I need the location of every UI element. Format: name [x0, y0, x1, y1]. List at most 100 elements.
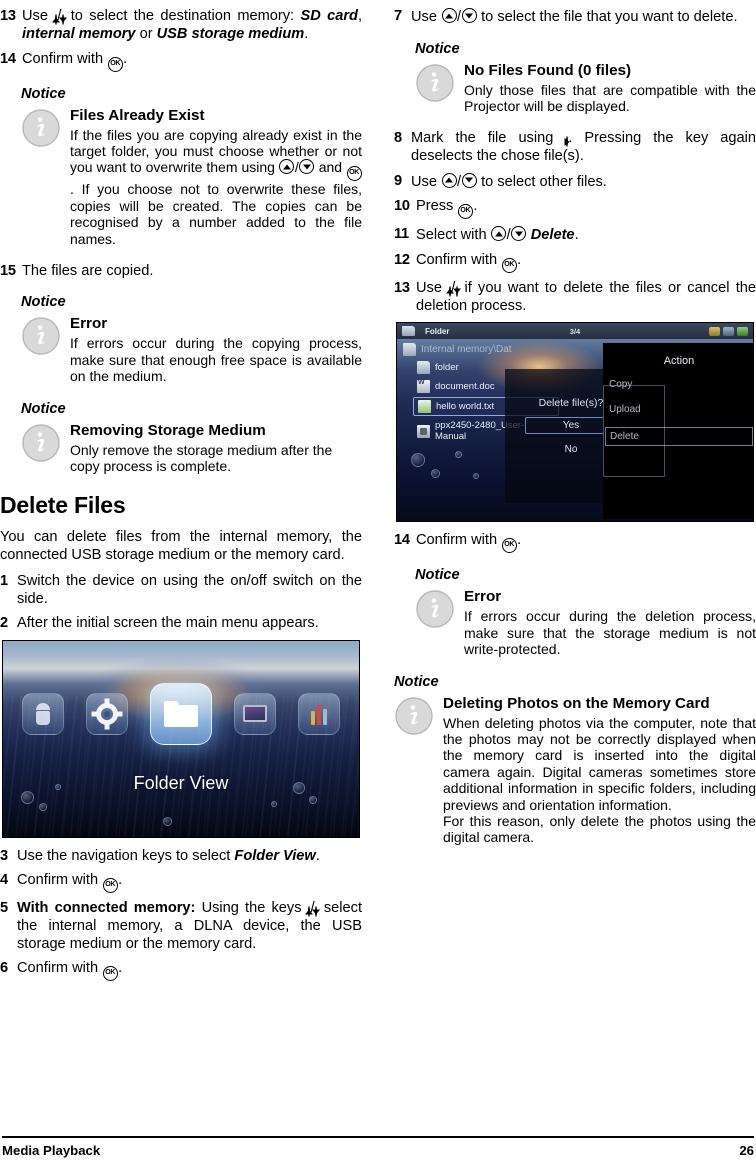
- notice-title: Error: [464, 588, 502, 606]
- upload-status-icon: [737, 326, 748, 336]
- notice-paragraph: If the files you are copying already exi…: [70, 126, 362, 247]
- step-number: 12: [394, 251, 410, 268]
- sidebar-item-folder-view[interactable]: [150, 682, 212, 745]
- main-menu-selected-label: Folder View: [133, 772, 229, 793]
- step-13-left: 13 Use / to select the destination memor…: [0, 8, 362, 44]
- step-1-delete: 1 Switch the device on using the on/off …: [0, 573, 362, 608]
- ok-key-icon: OK: [501, 538, 517, 554]
- figure-file-browser-screenshot: Folder 3/4 Internal memory\Dat folder W …: [396, 322, 754, 523]
- up-key-icon: [54, 14, 57, 25]
- step-text: Confirm with OK.: [17, 960, 362, 982]
- folder-icon: [164, 700, 198, 727]
- ok-key-icon: OK: [102, 878, 118, 894]
- step-8-delete: 8 Mark the file using . Pressing the key…: [394, 130, 756, 166]
- status-icons: [709, 326, 748, 336]
- notice-title: Deleting Photos on the Memory Card: [443, 694, 710, 712]
- down-key-icon: [455, 285, 458, 297]
- footer-page-number: 26: [739, 1143, 754, 1158]
- page-footer: Media Playback 26: [0, 1136, 756, 1158]
- step-13-delete: 13 Use / if you want to delete the files…: [394, 280, 756, 316]
- footer-section-name: Media Playback: [2, 1143, 101, 1158]
- action-menu-title: Action: [663, 355, 695, 368]
- intro-paragraph: You can delete files from the internal m…: [0, 529, 362, 563]
- info-icon: [22, 317, 60, 356]
- step-12-delete: 12 Confirm with OK.: [394, 252, 756, 273]
- warning-icon: [709, 326, 720, 336]
- step-number: 5: [0, 900, 8, 917]
- down-key-icon: [511, 226, 527, 242]
- step-10-delete: 10 Press OK.: [394, 198, 756, 220]
- step-number: 7: [394, 8, 402, 24]
- step-text: Use / to select other files.: [411, 172, 607, 190]
- notice-deleting-photos: Notice Deleting Photos on the Memory Car…: [394, 674, 756, 846]
- breadcrumb-label: Internal memory\Dat: [421, 344, 512, 356]
- gear-icon: [91, 698, 123, 730]
- step-text: The files are copied.: [22, 262, 154, 279]
- sidebar-item-settings[interactable]: [86, 692, 128, 735]
- notice-label: Notice: [415, 567, 460, 584]
- down-key-icon: [315, 906, 318, 918]
- step-text: After the initial screen the main menu a…: [17, 615, 319, 632]
- step-4-delete: 4 Confirm with OK.: [0, 872, 362, 894]
- word-doc-icon: [417, 379, 430, 394]
- up-key-icon: [491, 226, 507, 242]
- step-text: Press OK.: [416, 198, 756, 220]
- step-number: 9: [394, 172, 402, 189]
- sidebar-item-music[interactable]: [298, 692, 340, 735]
- notice-paragraph-1: When deleting photos via the computer, n…: [443, 714, 756, 813]
- two-column-layout: 13 Use / to select the destination memor…: [0, 0, 756, 1125]
- notice-label: Notice: [394, 673, 439, 690]
- step-3-delete: 3 Use the navigation keys to select Fold…: [0, 848, 362, 866]
- step-6-delete: 6 Confirm with OK.: [0, 960, 362, 982]
- notice-error-copying: Notice Error If errors occur during the …: [0, 294, 362, 384]
- android-icon: [35, 702, 51, 725]
- step-text: With connected memory: Using the keys / …: [17, 900, 362, 952]
- footer-divider: [2, 1136, 754, 1138]
- info-icon: [22, 423, 60, 462]
- folder-icon: [403, 343, 416, 357]
- figure-main-menu-screenshot: Folder View: [2, 639, 360, 838]
- sidebar-item-video[interactable]: [234, 692, 276, 735]
- pdf-file-icon: [417, 424, 430, 438]
- step-text: Confirm with OK.: [416, 252, 756, 273]
- down-key-icon: [61, 14, 64, 25]
- notice-title: No Files Found (0 files): [464, 61, 632, 79]
- notice-error-deletion: Notice Error If errors occur during the …: [394, 567, 756, 657]
- ok-key-icon: OK: [107, 56, 123, 72]
- step-text: Select with / Delete.: [416, 226, 579, 244]
- notice-title: Removing Storage Medium: [70, 421, 266, 439]
- notice-label: Notice: [21, 294, 66, 311]
- notice-paragraph: If errors occur during the copying proce…: [70, 335, 362, 385]
- sidebar-item-android[interactable]: [22, 692, 64, 735]
- notice-paragraph-2: For this reason, only delete the photos …: [443, 812, 756, 846]
- text-file-icon: [418, 400, 431, 414]
- info-icon: [416, 590, 454, 629]
- ok-key-icon: OK: [457, 204, 473, 220]
- manual-page: 13 Use / to select the destination memor…: [0, 0, 756, 1172]
- step-text: Use / to select the file that you want t…: [411, 8, 738, 25]
- up-key-icon: [448, 285, 451, 297]
- notice-paragraph: Only those files that are compatible wit…: [464, 81, 756, 114]
- step-2-delete: 2 After the initial screen the main menu…: [0, 615, 362, 633]
- info-icon: [395, 696, 433, 735]
- right-column: 7 Use / to select the file that you want…: [394, 0, 756, 1125]
- music-icon: [309, 703, 329, 725]
- ok-key-icon: OK: [102, 966, 118, 982]
- page-indicator: 3/4: [569, 326, 581, 336]
- step-number: 1: [0, 573, 8, 590]
- right-key-icon: [565, 136, 568, 148]
- up-key-icon: [308, 906, 311, 918]
- page-title: Delete Files: [0, 492, 126, 519]
- step-number: 15: [0, 262, 16, 279]
- ok-key-icon: OK: [346, 166, 362, 182]
- step-number: 14: [0, 50, 16, 67]
- step-text: Mark the file using . Pressing the key a…: [411, 130, 756, 165]
- step-text: Confirm with OK.: [17, 872, 362, 894]
- left-column: 13 Use / to select the destination memor…: [0, 0, 362, 1125]
- up-key-icon: [441, 8, 457, 23]
- notice-title: Error: [70, 315, 108, 333]
- step-number: 2: [0, 615, 8, 632]
- notice-removing-storage-medium: Notice Removing Storage Medium Only remo…: [0, 401, 362, 475]
- notice-no-files-found: Notice No Files Found (0 files) Only tho…: [394, 41, 756, 115]
- step-number: 4: [0, 872, 8, 889]
